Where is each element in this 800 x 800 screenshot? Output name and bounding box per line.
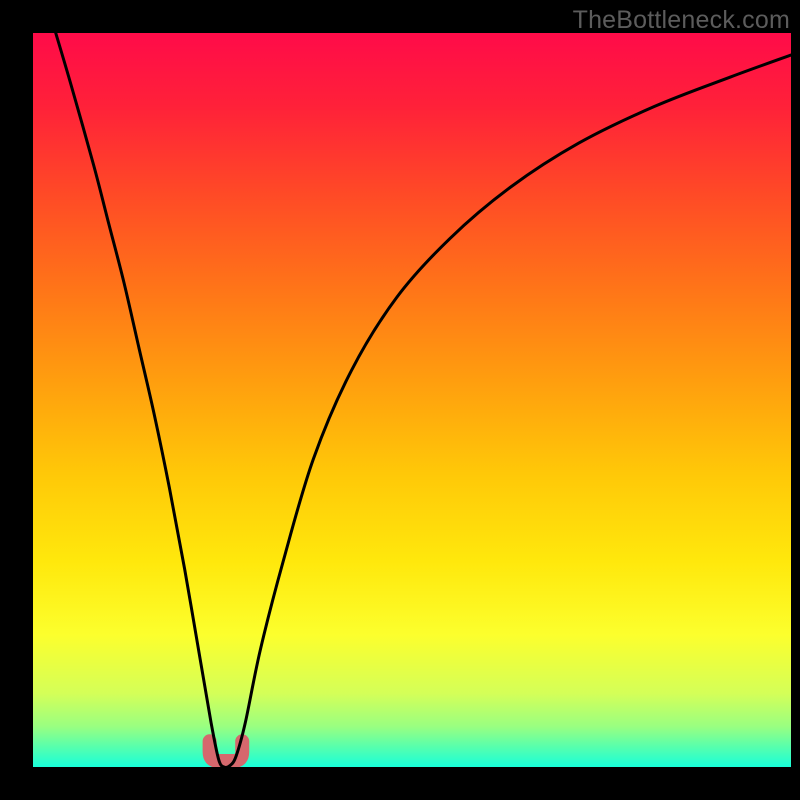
bottleneck-chart (33, 33, 791, 767)
watermark-text: TheBottleneck.com (573, 6, 790, 35)
gradient-background (33, 33, 791, 767)
chart-frame: TheBottleneck.com (0, 0, 800, 800)
plot-area (33, 33, 791, 767)
